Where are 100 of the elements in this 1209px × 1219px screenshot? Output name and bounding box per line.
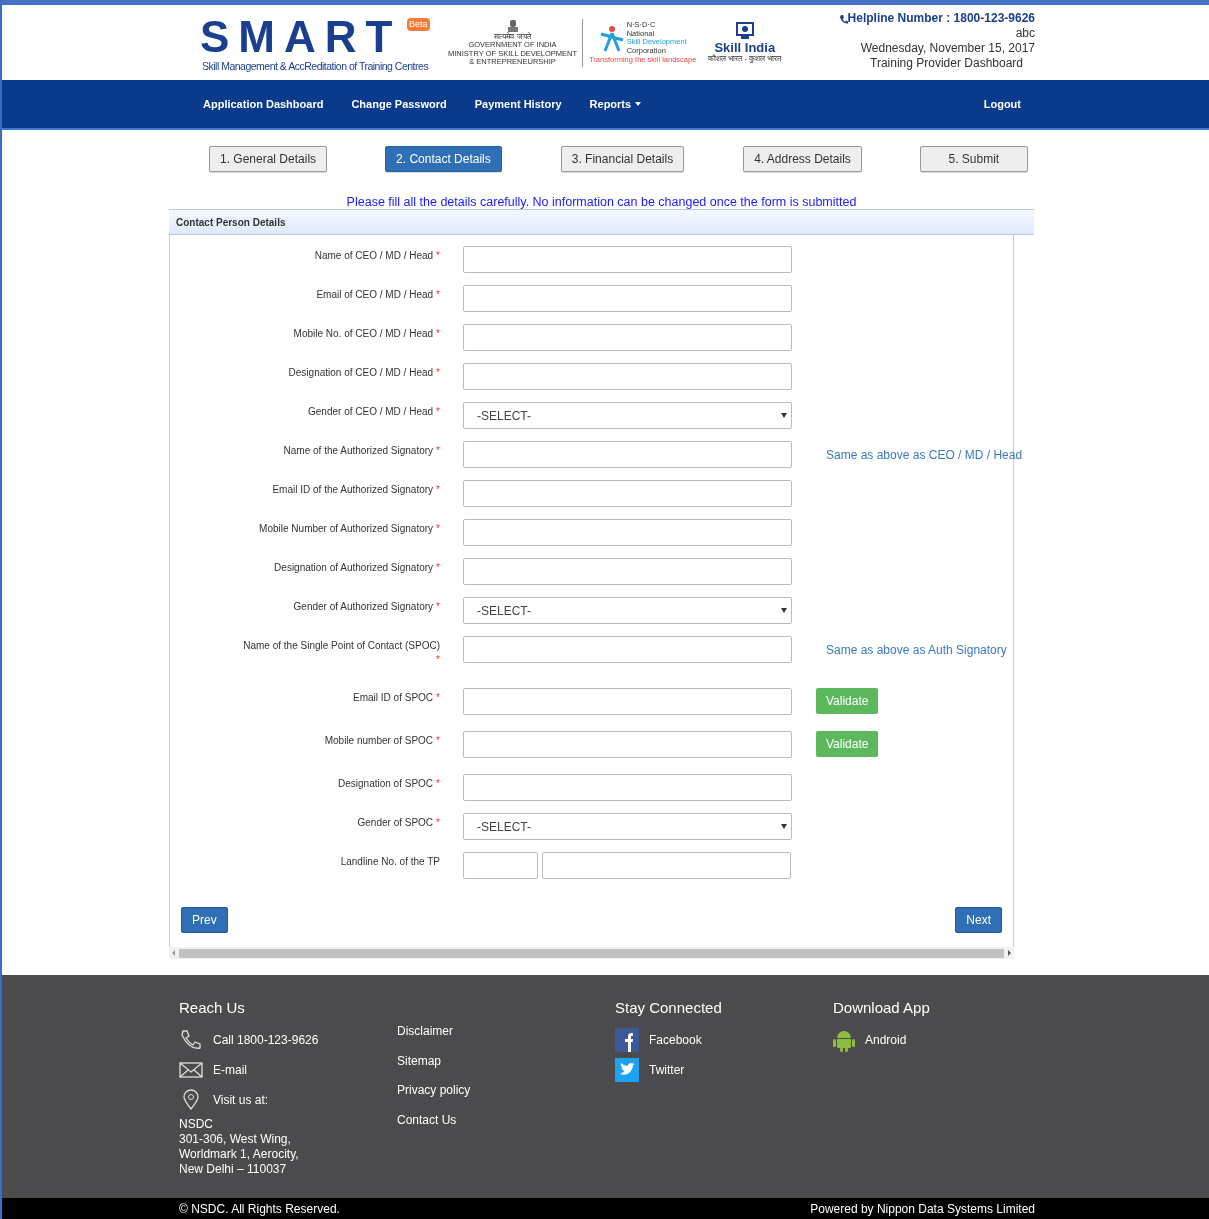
required-asterisk: * <box>436 692 440 703</box>
footer-link[interactable]: Twitter <box>649 1060 685 1079</box>
current-date: Wednesday, November 15, 2017 <box>860 41 1035 56</box>
input-field[interactable] <box>463 324 792 351</box>
footer-heading: Stay Connected <box>615 998 723 1018</box>
footer-link[interactable]: Call 1800-123-9626 <box>213 1030 319 1049</box>
monitor-icon <box>734 21 755 41</box>
select-field[interactable]: -SELECT- <box>463 402 792 429</box>
footer-heading: Download App <box>833 998 931 1018</box>
caret-icon <box>781 608 787 613</box>
field-label: Mobile Number of Authorized Signatory <box>259 523 434 534</box>
same-as-above-link[interactable]: Same as above as Auth Signatory <box>826 641 1007 659</box>
skill-india-title: Skill India <box>714 41 776 54</box>
required-asterisk: * <box>436 289 440 300</box>
footer-link[interactable]: E-mail <box>213 1060 247 1079</box>
address-line: Worldmark 1, Aerocity, <box>179 1146 300 1162</box>
step-tab[interactable]: 3. Financial Details <box>560 146 685 172</box>
field-label: Name of the Authorized Signatory <box>283 445 434 456</box>
horizontal-scrollbar[interactable] <box>169 947 1014 959</box>
field-label: Designation of Authorized Signatory <box>274 562 434 573</box>
required-asterisk: * <box>436 250 440 261</box>
input-field[interactable] <box>463 731 792 758</box>
next-button[interactable]: Next <box>955 907 1002 933</box>
figures-icon <box>598 24 625 52</box>
panel-header: Contact Person Details <box>169 209 1034 235</box>
input-field[interactable] <box>463 688 792 715</box>
facebook-icon <box>615 1027 639 1052</box>
footer-link[interactable]: Contact Us <box>397 1110 615 1140</box>
input-field[interactable] <box>463 285 792 312</box>
caret-icon <box>781 824 787 829</box>
input-field[interactable] <box>463 363 792 390</box>
input-field[interactable] <box>463 246 792 273</box>
footer-link[interactable]: Visit us at: <box>213 1090 269 1109</box>
required-asterisk: * <box>436 735 440 746</box>
input-field[interactable] <box>542 852 791 879</box>
logo-letters: SMART <box>200 13 402 60</box>
envelope-icon <box>179 1060 203 1079</box>
address-line: 301-306, West Wing, <box>179 1131 292 1147</box>
step-tab[interactable]: 2. Contact Details <box>385 146 502 172</box>
field-label: Email of CEO / MD / Head <box>316 289 434 300</box>
footer-heading: Reach Us <box>179 998 246 1018</box>
input-field[interactable] <box>463 480 792 507</box>
step-tab[interactable]: 4. Address Details <box>743 146 862 172</box>
required-asterisk: * <box>436 654 440 666</box>
footer-link[interactable]: Privacy policy <box>397 1081 615 1111</box>
field-label: Name of the Single Point of Contact (SPOC) <box>243 639 440 653</box>
address-line: NSDC <box>179 1116 214 1132</box>
bird-icon <box>615 1057 639 1082</box>
copyright-text: © NSDC. All Rights Reserved. <box>179 1200 340 1218</box>
field-label: Gender of Authorized Signatory <box>293 601 434 612</box>
nav-link[interactable]: Reports <box>588 95 643 113</box>
field-label: Email ID of SPOC <box>353 692 434 703</box>
required-asterisk: * <box>436 445 440 456</box>
required-asterisk: * <box>436 484 440 495</box>
nav-link[interactable]: Payment History <box>473 95 563 113</box>
form-notice: Please fill all the details carefully. No information can be changed once the form is submitted <box>345 195 858 209</box>
input-field[interactable] <box>463 774 792 801</box>
same-as-above-link[interactable]: Same as above as CEO / MD / Head <box>826 446 1023 464</box>
field-label: Landline No. of the TP <box>340 856 440 867</box>
user-name: abc <box>1015 26 1035 41</box>
input-field[interactable] <box>463 636 792 663</box>
dashboard-title: Training Provider Dashboard <box>870 56 1024 71</box>
field-label: Email ID of the Authorized Signatory <box>272 484 434 495</box>
required-asterisk: * <box>436 523 440 534</box>
select-field[interactable]: -SELECT- <box>463 813 792 840</box>
nav-link[interactable]: Change Password <box>350 95 448 113</box>
field-label: Gender of SPOC <box>357 817 434 828</box>
step-tab[interactable]: 5. Submit <box>919 146 1028 172</box>
logout-link[interactable]: Logout <box>983 95 1021 113</box>
phone-icon <box>838 13 848 24</box>
prev-button[interactable]: Prev <box>181 907 228 933</box>
select-field[interactable]: -SELECT- <box>463 597 792 624</box>
nav-link[interactable]: Application Dashboard <box>202 95 325 113</box>
field-label: Mobile No. of CEO / MD / Head <box>293 328 434 339</box>
input-field[interactable] <box>463 558 792 585</box>
required-asterisk: * <box>436 367 440 378</box>
input-field[interactable] <box>463 852 538 879</box>
footer-link[interactable]: Sitemap <box>397 1051 615 1081</box>
footer-link[interactable]: Disclaimer <box>397 1022 615 1052</box>
required-asterisk: * <box>436 778 440 789</box>
input-field[interactable] <box>463 441 792 468</box>
footer-link[interactable]: Facebook <box>649 1030 702 1049</box>
required-asterisk: * <box>436 817 440 828</box>
emblem-icon <box>505 18 520 33</box>
required-asterisk: * <box>436 406 440 417</box>
required-asterisk: * <box>436 562 440 573</box>
field-label: Mobile number of SPOC <box>324 735 434 746</box>
logo-tagline: Skill Management & AccReditation of Training Centres <box>202 59 429 72</box>
field-label: Designation of CEO / MD / Head <box>288 367 434 378</box>
powered-by-text: Powered by Nippon Data Systems Limited <box>810 1200 1035 1218</box>
helpline-number: Helpline Number : 1800-123-9626 <box>847 11 1035 26</box>
field-label: Gender of CEO / MD / Head <box>308 406 434 417</box>
footer-link[interactable]: Android <box>865 1030 907 1049</box>
input-field[interactable] <box>463 519 792 546</box>
field-label: Name of CEO / MD / Head <box>314 250 434 261</box>
phone-icon <box>179 1028 203 1051</box>
field-label: Designation of SPOC <box>338 778 434 789</box>
step-tab[interactable]: 1. General Details <box>209 146 328 172</box>
required-asterisk: * <box>436 601 440 612</box>
address-line: New Delhi – 110037 <box>179 1161 288 1177</box>
